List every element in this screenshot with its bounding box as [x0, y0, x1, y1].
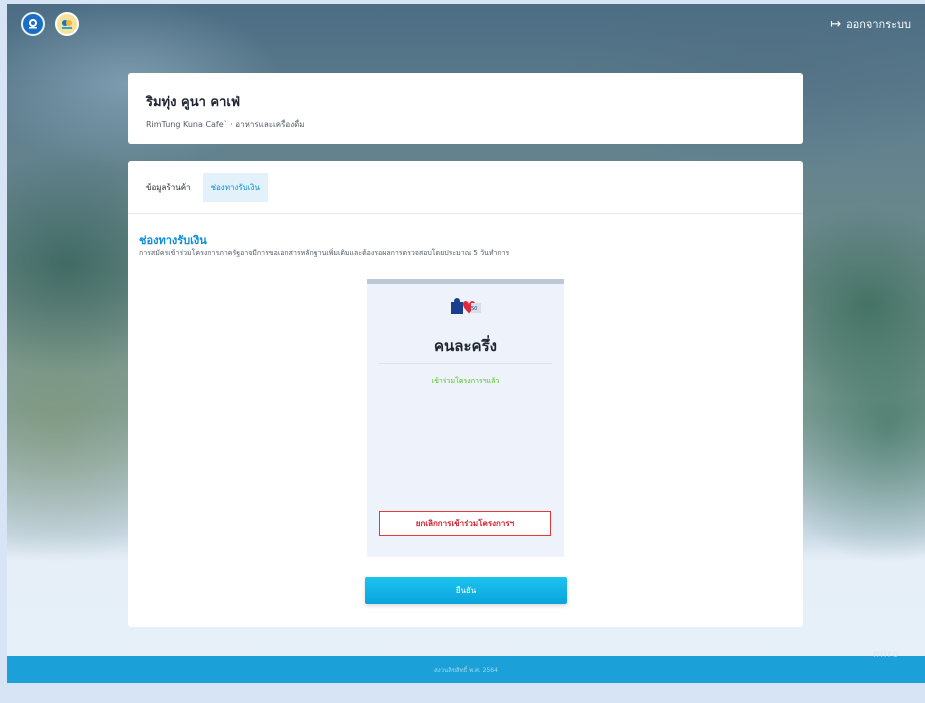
puzzle-heart-logo-icon: 50	[451, 298, 481, 314]
program-name: คนละครึ่ง	[434, 337, 497, 355]
cancel-program-button[interactable]: ยกเลิกการเข้าร่วมโครงการฯ	[379, 511, 551, 536]
app-frame: ↦ ออกจากระบบ ริมทุ่ง คูนา คาเฟ่ RimTung …	[7, 4, 925, 683]
footer-copyright: สงวนลิขสิทธิ์ พ.ศ. 2564	[434, 666, 498, 674]
footer: สงวนลิขสิทธิ์ พ.ศ. 2564	[7, 656, 925, 683]
sign-out-icon: ↦	[830, 16, 842, 32]
logout-label: ออกจากระบบ	[846, 18, 911, 31]
kbank-logo-icon	[21, 12, 45, 36]
tab-shop-info[interactable]: ข้อมูลร้านค้า	[138, 173, 199, 202]
divider	[379, 363, 552, 364]
section-title: ช่องทางรับเงิน	[139, 234, 207, 247]
top-bar: ↦ ออกจากระบบ	[7, 4, 925, 44]
logo-group	[21, 12, 79, 36]
program-status: เข้าร่วมโครงการฯแล้ว	[431, 377, 500, 385]
section-description: การสมัครเข้าร่วมโครงการภาครัฐอาจมีการขอเ…	[139, 249, 510, 257]
miro-watermark: miro	[873, 649, 900, 660]
program-card: 50 คนละครึ่ง เข้าร่วมโครงการฯแล้ว ยกเลิก…	[367, 279, 564, 557]
shop-header-card: ริมทุ่ง คูนา คาเฟ่ RimTung Kuna Cafe` · …	[128, 73, 803, 144]
payment-channel-card: ข้อมูลร้านค้า ช่องทางรับเงิน ช่องทางรับเ…	[128, 161, 803, 627]
shop-name: ริมทุ่ง คูนา คาเฟ่	[146, 95, 241, 110]
tab-payment-channel[interactable]: ช่องทางรับเงิน	[202, 172, 268, 202]
half-half-mark-icon	[62, 20, 72, 29]
svg-text:50: 50	[471, 306, 477, 312]
tab-bar: ข้อมูลร้านค้า ช่องทางรับเงิน	[128, 161, 803, 214]
confirm-button[interactable]: ยืนยัน	[365, 577, 567, 604]
shop-subtitle: RimTung Kuna Cafe` · อาหารและเครื่องดื่ม	[146, 120, 305, 129]
kbank-mark-icon	[29, 19, 37, 29]
half-half-logo-icon	[55, 12, 79, 36]
logout-button[interactable]: ↦ ออกจากระบบ	[830, 15, 911, 33]
